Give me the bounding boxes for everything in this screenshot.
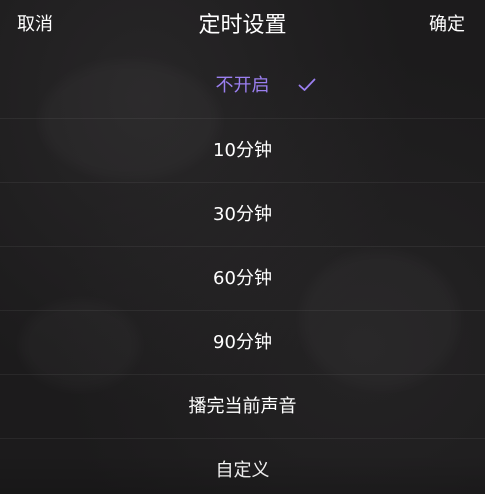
cancel-button[interactable]: 取消: [17, 12, 53, 38]
confirm-button[interactable]: 确定: [429, 12, 465, 38]
sleep-timer-sheet: 取消 定时设置 确定 不开启 10分钟 30分钟 60分钟 90分钟 播完当前声…: [0, 0, 485, 494]
option-custom[interactable]: 自定义: [0, 438, 485, 494]
header-bar: 取消 定时设置 确定: [0, 0, 485, 54]
option-10-min[interactable]: 10分钟: [0, 118, 485, 182]
option-label: 10分钟: [213, 140, 272, 161]
option-90-min[interactable]: 90分钟: [0, 310, 485, 374]
option-label: 播完当前声音: [188, 396, 297, 417]
option-label: 不开启: [215, 75, 270, 96]
page-title: 定时设置: [198, 13, 287, 38]
option-label: 90分钟: [213, 332, 272, 353]
option-30-min[interactable]: 30分钟: [0, 182, 485, 246]
option-label: 30分钟: [213, 204, 272, 225]
option-finish-current-track[interactable]: 播完当前声音: [0, 374, 485, 438]
option-off[interactable]: 不开启: [0, 54, 485, 118]
option-label: 60分钟: [213, 268, 272, 289]
option-label: 自定义: [215, 460, 270, 481]
check-icon: [298, 78, 316, 91]
timer-option-list: 不开启 10分钟 30分钟 60分钟 90分钟 播完当前声音 自定义: [0, 54, 485, 494]
option-60-min[interactable]: 60分钟: [0, 246, 485, 310]
